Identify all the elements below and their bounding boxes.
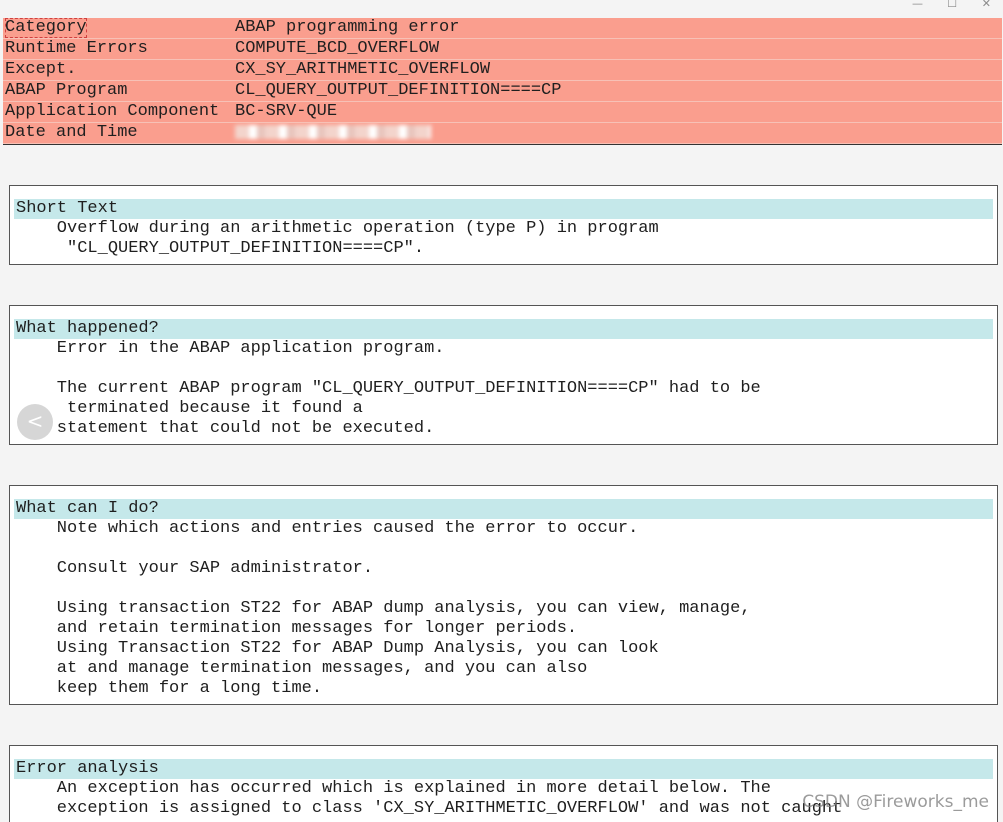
section-line: at and manage termination messages, and …: [16, 659, 588, 678]
header-row-date-and-time: Date and Time: [3, 123, 1002, 144]
section-line: keep them for a long time.: [16, 679, 323, 698]
section-line: terminated because it found a: [16, 399, 363, 418]
watermark-text: CSDN @Fireworks_me: [802, 792, 989, 812]
section-line: statement that could not be executed.: [16, 419, 435, 438]
section-line: and retain termination messages for long…: [16, 619, 578, 638]
redacted-date-time: [235, 124, 431, 139]
section-title: What happened?: [14, 319, 993, 339]
header-value: CX_SY_ARITHMETIC_OVERFLOW: [235, 60, 491, 79]
dump-header: Category ABAP programming error Runtime …: [3, 18, 1002, 144]
header-value: CL_QUERY_OUTPUT_DEFINITION====CP: [235, 81, 562, 100]
header-row-category: Category ABAP programming error: [3, 18, 1002, 39]
close-icon[interactable]: ✕: [982, 0, 991, 10]
section-line: exception is assigned to class 'CX_SY_AR…: [16, 799, 843, 818]
section-line: An exception has occurred which is expla…: [16, 779, 771, 798]
section-line: Note which actions and entries caused th…: [16, 519, 639, 538]
header-value: COMPUTE_BCD_OVERFLOW: [235, 39, 440, 58]
header-row-application-component: Application Component BC-SRV-QUE: [3, 102, 1002, 123]
header-key: Runtime Errors: [5, 39, 148, 58]
header-divider: [3, 144, 1002, 145]
section-line: Using transaction ST22 for ABAP dump ana…: [16, 599, 751, 618]
section-title: Short Text: [14, 199, 993, 219]
header-row-except: Except. CX_SY_ARITHMETIC_OVERFLOW: [3, 60, 1002, 81]
section-what-happened: What happened? Error in the ABAP applica…: [9, 305, 998, 445]
section-title: What can I do?: [14, 499, 993, 519]
window-controls: — ☐ ✕: [903, 0, 1003, 12]
section-what-can-i-do: What can I do? Note which actions and en…: [9, 485, 998, 705]
section-line: "CL_QUERY_OUTPUT_DEFINITION====CP".: [16, 239, 425, 258]
maximize-icon[interactable]: ☐: [947, 0, 957, 10]
section-line: Using Transaction ST22 for ABAP Dump Ana…: [16, 639, 659, 658]
header-row-abap-program: ABAP Program CL_QUERY_OUTPUT_DEFINITION=…: [3, 81, 1002, 102]
header-key: Date and Time: [5, 123, 138, 142]
section-line: The current ABAP program "CL_QUERY_OUTPU…: [16, 379, 761, 398]
header-key[interactable]: Category: [5, 18, 87, 38]
header-value: BC-SRV-QUE: [235, 102, 338, 121]
header-value: ABAP programming error: [235, 18, 460, 37]
section-line: Error in the ABAP application program.: [16, 339, 445, 358]
back-arrow-icon[interactable]: <: [17, 404, 53, 440]
minimize-icon[interactable]: —: [912, 0, 923, 10]
header-key: Except.: [5, 60, 77, 79]
header-row-runtime-errors: Runtime Errors COMPUTE_BCD_OVERFLOW: [3, 39, 1002, 60]
section-short-text: Short Text Overflow during an arithmetic…: [9, 185, 998, 265]
header-key: ABAP Program: [5, 81, 128, 100]
section-title: Error analysis: [14, 759, 993, 779]
section-line: Consult your SAP administrator.: [16, 559, 374, 578]
header-value-redacted: [235, 123, 431, 143]
section-line: Overflow during an arithmetic operation …: [16, 219, 659, 238]
header-key: Application Component: [5, 102, 220, 121]
